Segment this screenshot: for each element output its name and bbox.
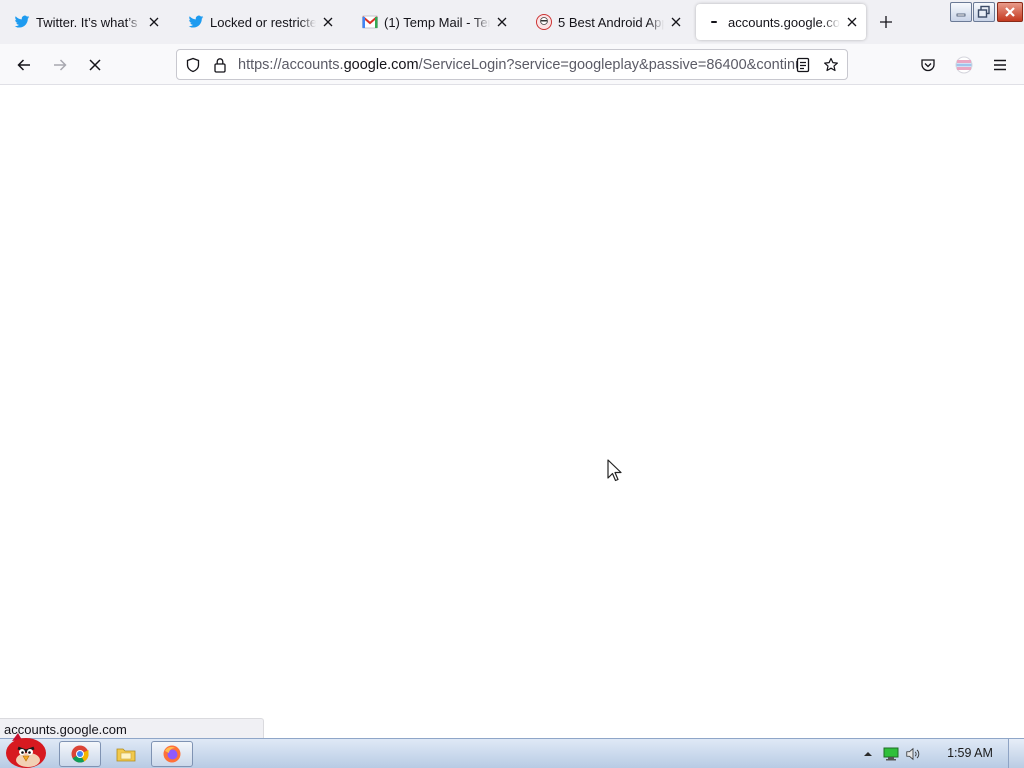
pocket-button[interactable]	[915, 52, 941, 78]
gmail-icon	[362, 14, 378, 30]
tab-temp-mail[interactable]: (1) Temp Mail - Temporary Email	[352, 4, 516, 40]
url-text[interactable]: https://accounts.google.com/ServiceLogin…	[238, 57, 798, 74]
taskbar-firefox[interactable]	[151, 741, 193, 767]
tab-title: Locked or restricted account	[210, 14, 316, 30]
taskbar: 1:59 AM	[0, 733, 1024, 768]
forward-button[interactable]	[47, 52, 73, 78]
close-tab-icon[interactable]	[146, 14, 162, 30]
show-desktop-button[interactable]	[1008, 739, 1024, 768]
taskbar-file-explorer[interactable]	[105, 741, 147, 767]
loading-dash-icon	[706, 14, 722, 30]
chrome-icon	[71, 745, 89, 763]
taskbar-clock[interactable]: 1:59 AM	[938, 746, 1002, 760]
reader-view-icon[interactable]	[795, 57, 811, 73]
network-icon[interactable]	[883, 746, 899, 762]
address-bar[interactable]: https://accounts.google.com/ServiceLogin…	[176, 49, 848, 80]
back-arrow-icon	[17, 59, 30, 71]
forward-arrow-icon	[54, 59, 67, 71]
tab-title: (1) Temp Mail - Temporary Email	[384, 14, 490, 30]
minimize-icon	[956, 13, 966, 17]
stop-icon	[89, 59, 101, 71]
page-content	[0, 85, 1024, 738]
volume-icon[interactable]	[905, 746, 921, 762]
app-menu-button[interactable]	[987, 52, 1013, 78]
tab-strip: Twitter. It’s what’s happening Locked or…	[0, 0, 1024, 44]
new-tab-button[interactable]	[876, 12, 896, 32]
back-button[interactable]	[11, 52, 37, 78]
show-hidden-icons-arrow[interactable]	[860, 746, 876, 762]
close-tab-icon[interactable]	[494, 14, 510, 30]
restore-window-button[interactable]	[973, 2, 995, 22]
restore-icon	[977, 5, 990, 18]
stop-loading-button[interactable]	[82, 52, 108, 78]
close-tab-icon[interactable]	[668, 14, 684, 30]
mouse-cursor-icon	[607, 459, 622, 482]
url-prefix: https://accounts.	[238, 57, 344, 73]
tab-android-apps[interactable]: 5 Best Android Apps	[526, 4, 690, 40]
close-window-button[interactable]	[997, 2, 1023, 22]
pocket-icon	[921, 59, 935, 72]
site-avatar-icon	[536, 14, 552, 30]
firefox-icon	[163, 745, 181, 763]
taskbar-chrome[interactable]	[59, 741, 101, 767]
navigation-toolbar: https://accounts.google.com/ServiceLogin…	[0, 44, 1024, 85]
url-domain: google.com	[343, 57, 419, 73]
tracking-protection-shield-icon[interactable]	[185, 57, 201, 73]
plus-icon	[880, 16, 892, 28]
hamburger-menu-icon	[994, 59, 1006, 71]
twitter-bird-icon	[14, 14, 30, 30]
twitter-bird-icon	[188, 14, 204, 30]
close-tab-icon[interactable]	[844, 14, 860, 30]
lock-icon[interactable]	[212, 57, 228, 73]
tab-title: Twitter. It’s what’s happening	[36, 14, 142, 30]
tab-locked-account[interactable]: Locked or restricted account	[178, 4, 342, 40]
angry-bird-icon	[6, 733, 46, 768]
start-button[interactable]	[2, 731, 50, 768]
close-tab-icon[interactable]	[320, 14, 336, 30]
url-path: /ServiceLogin?service=googleplay&passive…	[418, 57, 798, 73]
tab-title: 5 Best Android Apps	[558, 14, 664, 30]
account-avatar-icon	[955, 56, 973, 74]
tab-title: accounts.google.com	[728, 14, 840, 30]
folder-icon	[116, 748, 136, 762]
tab-google-accounts[interactable]: accounts.google.com	[696, 4, 866, 40]
account-button[interactable]	[951, 52, 977, 78]
bookmark-star-icon[interactable]	[823, 57, 839, 73]
close-icon	[1005, 7, 1015, 17]
tab-twitter[interactable]: Twitter. It’s what’s happening	[4, 4, 168, 40]
minimize-window-button[interactable]	[950, 2, 972, 22]
